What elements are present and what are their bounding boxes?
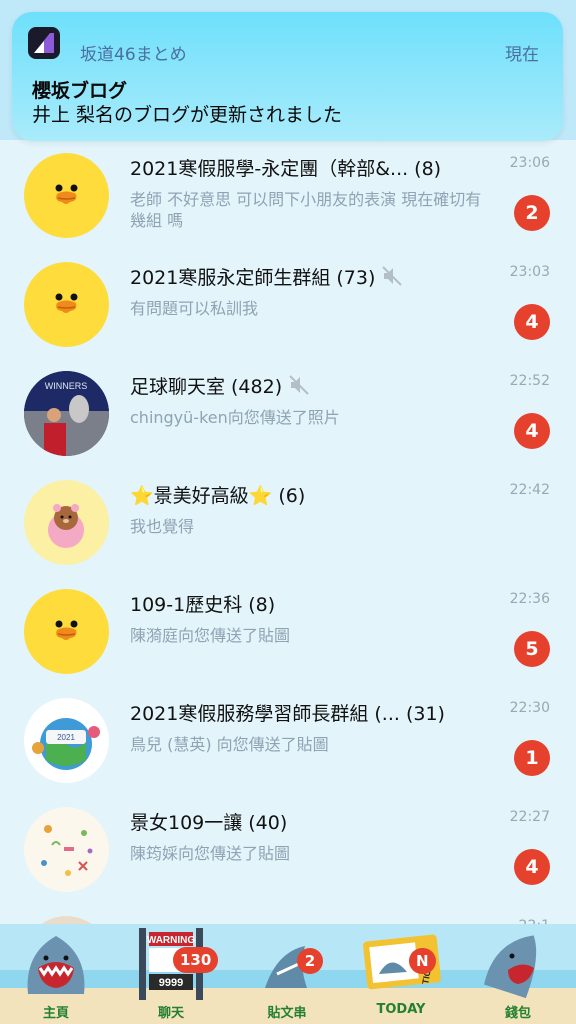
chat-row[interactable]: 109-1歷史科 (8) 陳漪庭向您傳送了貼圖 22:36 5 <box>0 577 576 685</box>
unread-badge: 4 <box>514 413 550 449</box>
chat-title: 景女109一讓 (40) <box>130 808 287 835</box>
avatar[interactable] <box>24 262 109 347</box>
chat-time: 23:03 <box>509 264 550 280</box>
app-icon <box>28 27 60 59</box>
chat-row[interactable]: 景女109一讓 (40) 陳筠婇向您傳送了貼圖 22:27 4 <box>0 795 576 903</box>
nav-chat[interactable]: WARNING 9999 130 聊天 <box>121 924 221 1024</box>
football-photo-icon: WINNERS <box>24 371 109 456</box>
sally-duck-icon <box>55 620 78 640</box>
avatar[interactable] <box>24 480 109 565</box>
nav-label: 聊天 <box>157 1006 184 1021</box>
chat-preview: 有問題可以私訓我 <box>130 299 259 318</box>
chat-time: 23:06 <box>509 155 550 171</box>
chat-title: 2021寒服永定師生群組 (73) <box>130 263 405 292</box>
chat-title: 2021寒假服務學習師長群組 (... (31) <box>130 699 445 726</box>
chat-time: 22:30 <box>509 700 550 716</box>
member-count: (73) <box>336 267 376 289</box>
member-count: (482) <box>231 376 283 398</box>
chat-row[interactable]: 22:1 <box>0 904 576 926</box>
member-count: (8) <box>248 594 276 616</box>
chat-name: 景女109一讓 <box>130 812 243 834</box>
chat-name: 2021寒服永定師生群組 <box>130 267 331 289</box>
avatar[interactable]: WINNERS <box>24 371 109 456</box>
member-count: (31) <box>405 703 445 725</box>
chat-preview: 陳筠婇向您傳送了貼圖 <box>130 844 291 863</box>
unread-badge: 1 <box>514 740 550 776</box>
member-count: (40) <box>248 812 288 834</box>
sally-duck-icon <box>55 293 78 313</box>
notification-body: 井上 梨名のブログが更新されました <box>32 104 343 126</box>
mute-icon <box>288 374 312 401</box>
chat-time: 22:36 <box>509 591 550 607</box>
chat-unread-badge: 130 <box>173 947 219 973</box>
chat-row[interactable]: 2021寒假服學-永定團（幹部&... (8) 老師 不好意思 可以問下小朋友的表… <box>0 141 576 249</box>
chat-name: 2021寒假服務學習師長群組 (... <box>130 703 400 725</box>
unread-badge: 5 <box>514 631 550 667</box>
home-shark-icon <box>27 936 85 994</box>
doodle-pattern-icon <box>41 825 93 876</box>
notification-banner[interactable]: 坂道46まとめ 現在 櫻坂ブログ 井上 梨名のブログが更新されました <box>12 12 563 141</box>
nav-label: 貼文串 <box>267 1006 307 1021</box>
notification-time: 現在 <box>505 45 539 65</box>
member-count: (6) <box>278 485 306 507</box>
chat-row[interactable]: WINNERS 足球聊天室 (482) chingyü-ken向您傳送了照片 22… <box>0 359 576 467</box>
unread-badge: 4 <box>514 304 550 340</box>
chat-title: 109-1歷史科 (8) <box>130 590 275 617</box>
chat-title: ⭐景美好高級⭐ (6) <box>130 481 305 508</box>
nav-label: 主頁 <box>42 1006 69 1021</box>
chat-title: 2021寒假服學-永定團（幹部&... (8) <box>130 154 441 181</box>
unread-badge: 2 <box>514 195 550 231</box>
avatar[interactable] <box>24 153 109 238</box>
nav-today[interactable]: TICKET N TODAY <box>351 924 451 1024</box>
nav-timeline[interactable]: 2 貼文串 <box>237 924 337 1024</box>
chat-preview: 鳥兒 (慧英) 向您傳送了貼圖 <box>130 735 329 754</box>
timeline-badge: 2 <box>297 948 323 974</box>
chat-time: 22:52 <box>509 373 550 389</box>
chat-preview: 我也覺得 <box>130 517 195 536</box>
unread-badge: 4 <box>514 849 550 885</box>
chat-time: 22:42 <box>509 482 550 498</box>
chat-preview: 陳漪庭向您傳送了貼圖 <box>130 626 291 645</box>
wallet-shark-icon <box>484 935 537 999</box>
avatar[interactable]: 2021 <box>24 698 109 783</box>
notification-title: 櫻坂ブログ <box>32 80 128 102</box>
today-new-badge: N <box>409 948 436 974</box>
chat-name: 109-1歷史科 <box>130 594 243 616</box>
sign-top-text: WARNING <box>147 935 196 946</box>
chat-time: 22:27 <box>509 809 550 825</box>
chat-row[interactable]: 2021 2021寒假服務學習師長群組 (... (31) 鳥兒 (慧英) 向您傳… <box>0 686 576 794</box>
globe-badge-icon: 2021 <box>32 718 100 770</box>
chat-row[interactable]: ⭐景美好高級⭐ (6) 我也覺得 22:42 <box>0 468 576 576</box>
avatar[interactable] <box>24 807 109 892</box>
svg-text:WINNERS: WINNERS <box>45 381 88 391</box>
chat-name: ⭐景美好高級⭐ <box>130 485 273 507</box>
chat-list[interactable]: 2021寒假服學-永定團（幹部&... (8) 老師 不好意思 可以問下小朋友的表… <box>0 141 576 926</box>
bottom-nav: 主頁 WARNING 9999 130 聊天 2 貼文串 TICKET N <box>0 924 576 1024</box>
sally-duck-icon <box>55 184 78 204</box>
notification-app-name: 坂道46まとめ <box>80 45 187 65</box>
chat-name: 足球聊天室 <box>130 376 226 398</box>
chat-title: 足球聊天室 (482) <box>130 372 312 401</box>
sign-bottom-text: 9999 <box>159 977 183 989</box>
brown-bear-pig-icon <box>48 504 84 548</box>
chat-name: 2021寒假服學-永定團（幹部&... <box>130 158 409 180</box>
nav-home[interactable]: 主頁 <box>6 924 106 1024</box>
svg-text:2021: 2021 <box>57 733 75 742</box>
chat-preview: 老師 不好意思 可以問下小朋友的表演 現在確切有幾組 嗎 <box>130 190 482 230</box>
chat-row[interactable]: 2021寒服永定師生群組 (73) 有問題可以私訓我 23:03 4 <box>0 250 576 358</box>
mute-icon <box>381 265 405 292</box>
nav-label: 錢包 <box>504 1006 531 1021</box>
nav-wallet[interactable]: 錢包 <box>468 924 568 1024</box>
nav-label: TODAY <box>376 1002 426 1017</box>
avatar[interactable] <box>24 589 109 674</box>
member-count: (8) <box>414 158 442 180</box>
chat-preview: chingyü-ken向您傳送了照片 <box>130 408 340 427</box>
